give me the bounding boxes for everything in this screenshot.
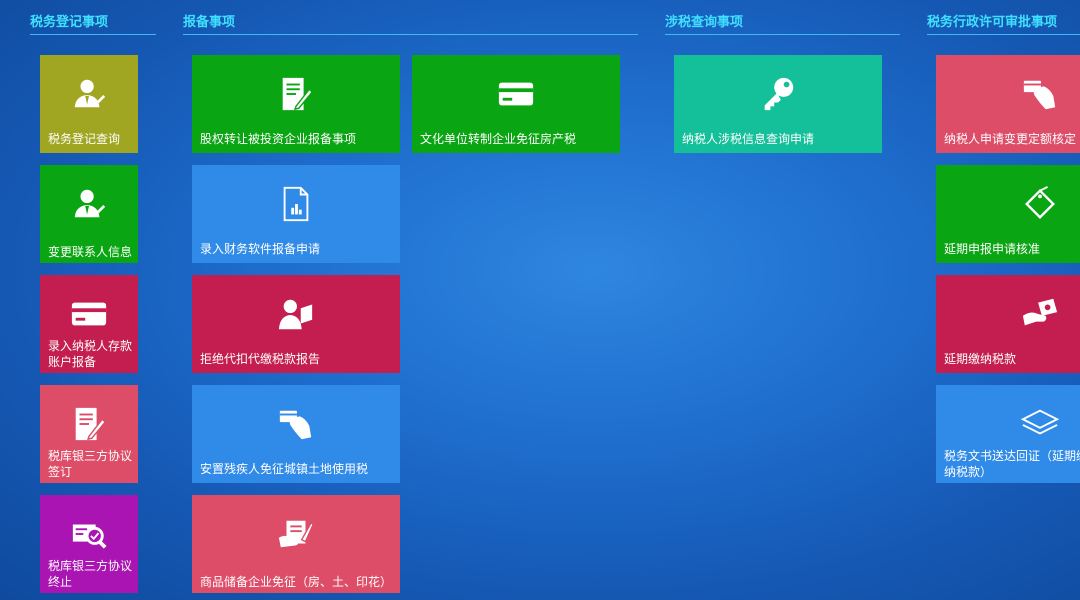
tile-label: 安置残疾人免征城镇土地使用税: [200, 462, 369, 476]
tile-cultural-unit[interactable]: 文化单位转制企业免征房产税: [412, 55, 620, 153]
tile-change-quota[interactable]: 纳税人申请变更定额核定: [936, 55, 1080, 153]
tile-equity-transfer[interactable]: 股权转让被投资企业报备事项: [192, 55, 400, 153]
tile-label: 股权转让被投资企业报备事项: [200, 132, 357, 146]
tile-taxpayer-info[interactable]: 纳税人涉税信息查询申请: [674, 55, 882, 153]
tile-label: 纳税人涉税信息查询申请: [682, 132, 815, 146]
tile-label: 税库银三方协议终止: [48, 559, 133, 589]
tile-label: 录入财务软件报备申请: [200, 242, 321, 256]
tile-label: 税务文书送达回证（延期缴纳税款）: [944, 449, 1080, 479]
key-icon: [757, 73, 799, 115]
tile-label: 商品储备企业免征（房、土、印花）: [200, 575, 393, 589]
hand-card-icon: [1019, 73, 1061, 115]
tile-label: 文化单位转制企业免征房产税: [420, 132, 577, 146]
tile-tripartite-end[interactable]: 税库银三方协议终止: [40, 495, 138, 593]
tile-label: 录入纳税人存款账户报备: [48, 339, 133, 369]
hand-document-icon: [275, 513, 317, 555]
search-check-icon: [68, 513, 110, 555]
header-registration: 税务登记事项: [30, 12, 156, 35]
card-icon: [495, 73, 537, 115]
tile-label: 拒绝代扣代缴税款报告: [200, 352, 321, 366]
tile-disabled-land[interactable]: 安置残疾人免征城镇土地使用税: [192, 385, 400, 483]
tile-extend-filing[interactable]: 延期申报申请核准: [936, 165, 1080, 263]
user-pen-icon: [68, 73, 110, 115]
card-icon: [68, 293, 110, 335]
tile-deposit-account[interactable]: 录入纳税人存款账户报备: [40, 275, 138, 373]
file-chart-icon: [275, 183, 317, 225]
tile-extend-payment[interactable]: 延期缴纳税款: [936, 275, 1080, 373]
hand-card-icon: [275, 403, 317, 445]
document-pen-icon: [68, 403, 110, 445]
hand-money-icon: [1019, 293, 1061, 335]
layers-icon: [1019, 403, 1061, 445]
tile-label: 纳税人申请变更定额核定: [944, 132, 1077, 146]
tile-document-receipt[interactable]: 税务文书送达回证（延期缴纳税款）: [936, 385, 1080, 483]
tile-label: 延期申报申请核准: [944, 242, 1041, 256]
tile-label: 变更联系人信息: [48, 245, 133, 259]
tile-tripartite-sign[interactable]: 税库银三方协议签订: [40, 385, 138, 483]
tile-label: 延期缴纳税款: [944, 352, 1017, 366]
tile-refuse-withhold[interactable]: 拒绝代扣代缴税款报告: [192, 275, 400, 373]
person-board-icon: [275, 293, 317, 335]
user-pen-icon: [68, 183, 110, 225]
tile-label: 税库银三方协议签订: [48, 449, 133, 479]
tile-commodity-reserve[interactable]: 商品储备企业免征（房、土、印花）: [192, 495, 400, 593]
header-permit: 税务行政许可审批事项: [927, 12, 1080, 35]
document-pen-icon: [275, 73, 317, 115]
tag-icon: [1019, 183, 1061, 225]
tile-label: 税务登记查询: [48, 132, 121, 146]
tile-finance-software[interactable]: 录入财务软件报备申请: [192, 165, 400, 263]
header-inquiry: 涉税查询事项: [665, 12, 900, 35]
tile-change-contact[interactable]: 变更联系人信息: [40, 165, 138, 263]
header-filing: 报备事项: [183, 12, 638, 35]
tile-registration-query[interactable]: 税务登记查询: [40, 55, 138, 153]
